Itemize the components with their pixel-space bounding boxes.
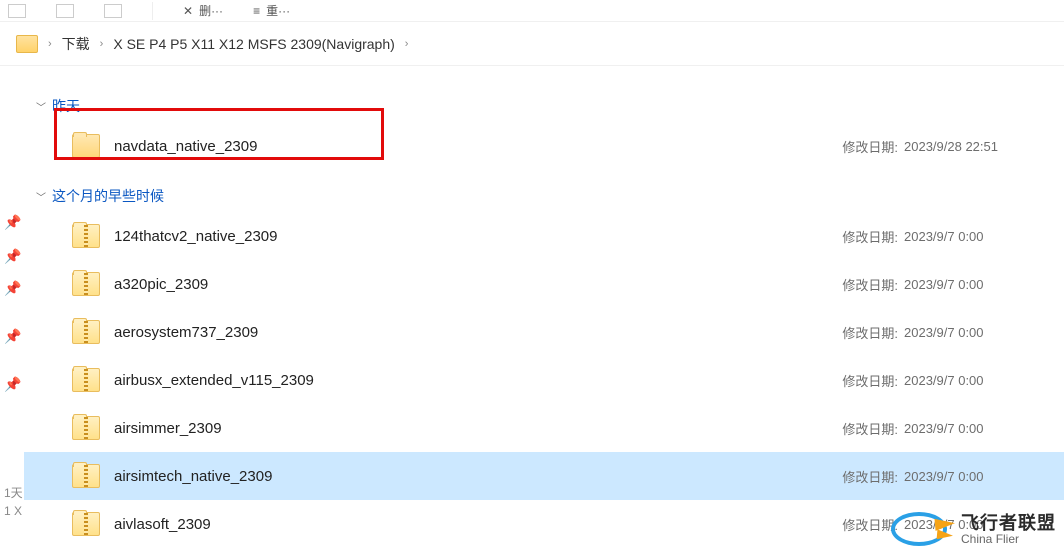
file-row[interactable]: airbusx_extended_v115_2309修改日期: 2023/9/7 …: [24, 356, 1064, 404]
chevron-right-icon: ›: [100, 38, 104, 50]
group-label: 昨天: [52, 96, 80, 116]
zip-folder-icon: [72, 416, 100, 440]
zip-folder-icon: [72, 224, 100, 248]
file-row[interactable]: airsimmer_2309修改日期: 2023/9/7 0:00: [24, 404, 1064, 452]
breadcrumb-item[interactable]: 下载: [62, 34, 90, 54]
status-text: 1 X: [0, 504, 27, 524]
file-name: navdata_native_2309: [114, 138, 842, 155]
pin-icon[interactable]: 📌: [4, 280, 21, 297]
toolbar-btn-3[interactable]: [104, 4, 122, 18]
modified-date: 2023/9/7 0:00: [904, 277, 1064, 292]
modified-date: 2023/9/28 22:51: [904, 139, 1064, 154]
file-row[interactable]: 124thatcv2_native_2309修改日期: 2023/9/7 0:00: [24, 212, 1064, 260]
modified-date: 2023/9/7 0:00: [904, 373, 1064, 388]
group-label: 这个月的早些时候: [52, 186, 164, 206]
file-name: airsimtech_native_2309: [114, 468, 842, 485]
file-list: ﹀ 昨天 navdata_native_2309修改日期:2023/9/28 2…: [24, 68, 1064, 558]
pin-icon[interactable]: 📌: [4, 328, 21, 345]
pin-icon[interactable]: 📌: [4, 214, 21, 231]
file-row[interactable]: aerosystem737_2309修改日期: 2023/9/7 0:00: [24, 308, 1064, 356]
chevron-down-icon: ﹀: [36, 99, 46, 114]
file-name: airbusx_extended_v115_2309: [114, 372, 842, 389]
zip-folder-icon: [72, 464, 100, 488]
toolbar-sep: [152, 2, 153, 20]
zip-folder-icon: [72, 368, 100, 392]
top-toolbar: ✕删··· ≡重···: [0, 0, 1064, 22]
chevron-right-icon: ›: [405, 38, 409, 50]
folder-icon: [16, 35, 38, 53]
file-name: aerosystem737_2309: [114, 324, 842, 341]
watermark-logo: 飞行者联盟 China Flier: [889, 508, 1056, 552]
status-text: 1天: [0, 484, 27, 504]
file-row[interactable]: a320pic_2309修改日期: 2023/9/7 0:00: [24, 260, 1064, 308]
modified-date: 2023/9/7 0:00: [904, 229, 1064, 244]
zip-folder-icon: [72, 512, 100, 536]
pin-icon[interactable]: 📌: [4, 376, 21, 393]
toolbar-btn-delete[interactable]: ✕删···: [183, 2, 223, 19]
modified-date: 2023/9/7 0:00: [904, 469, 1064, 484]
modified-label: 修改日期:: [842, 419, 898, 438]
modified-date: 2023/9/7 0:00: [904, 421, 1064, 436]
modified-label: 修改日期:: [842, 275, 898, 294]
modified-label: 修改日期:: [842, 467, 898, 486]
zip-folder-icon: [72, 320, 100, 344]
status-bar: 1天 1 X: [0, 484, 27, 524]
file-name: airsimmer_2309: [114, 420, 842, 437]
modified-label: 修改日期:: [842, 323, 898, 342]
modified-label: 修改日期:: [842, 227, 898, 246]
file-row[interactable]: airsimtech_native_2309修改日期: 2023/9/7 0:00: [24, 452, 1064, 500]
watermark-en: China Flier: [961, 533, 1056, 546]
group-header-earlier-month[interactable]: ﹀ 这个月的早些时候: [36, 186, 1064, 206]
file-row[interactable]: navdata_native_2309修改日期: 2023/9/28 22:51: [24, 122, 1064, 170]
pin-icon[interactable]: 📌: [4, 248, 21, 265]
folder-icon: [72, 134, 100, 158]
toolbar-btn-2[interactable]: [56, 4, 74, 18]
file-name: a320pic_2309: [114, 276, 842, 293]
toolbar-btn-label: 重···: [266, 2, 290, 19]
file-name: aivlasoft_2309: [114, 516, 842, 533]
file-name: 124thatcv2_native_2309: [114, 228, 842, 245]
toolbar-btn-label: 删···: [199, 2, 223, 19]
modified-label: 修改日期:: [842, 371, 898, 390]
breadcrumb[interactable]: › 下载 › X SE P4 P5 X11 X12 MSFS 2309(Navi…: [0, 22, 1064, 66]
zip-folder-icon: [72, 272, 100, 296]
flier-logo-icon: [889, 508, 953, 552]
modified-date: 2023/9/7 0:00: [904, 325, 1064, 340]
watermark-cn: 飞行者联盟: [961, 514, 1056, 534]
chevron-down-icon: ﹀: [36, 189, 46, 204]
toolbar-btn-rename[interactable]: ≡重···: [253, 2, 290, 19]
group-header-yesterday[interactable]: ﹀ 昨天: [36, 96, 1064, 116]
chevron-right-icon: ›: [48, 38, 52, 50]
modified-label: 修改日期:: [842, 137, 898, 156]
breadcrumb-item[interactable]: X SE P4 P5 X11 X12 MSFS 2309(Navigraph): [113, 36, 394, 52]
toolbar-btn-1[interactable]: [8, 4, 26, 18]
